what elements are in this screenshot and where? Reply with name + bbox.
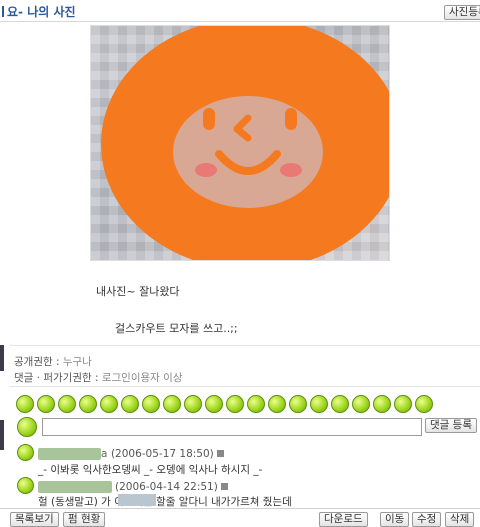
overlay-smile-icon (195, 114, 302, 177)
left-edge-mark (0, 345, 4, 371)
comment-text: _- 이봐롯 익사한오뎅씨 _- 오뎅에 익사나 하시지 _- (38, 464, 263, 476)
page-title: 요- 나의 사진 (2, 3, 76, 20)
comment-date: (2006-05-17 18:50) (110, 448, 214, 460)
footer-divider (0, 508, 480, 509)
cool-emoticon-icon[interactable] (183, 394, 203, 414)
love-emoticon-icon[interactable] (246, 394, 266, 414)
nervous-emoticon-icon[interactable] (414, 394, 434, 414)
comment-permission-label: 댓글 · 퍼가기권한 (14, 372, 92, 384)
comment-author: ______________ (38, 481, 112, 493)
comment-author: ____________a (38, 448, 107, 460)
shock-emoticon-icon[interactable] (351, 394, 371, 414)
permission-divider (10, 386, 480, 387)
comment-header: ______________ (2006-04-14 22:51) (38, 480, 228, 493)
move-button[interactable]: 이동 (380, 512, 410, 527)
smile-emoticon-icon[interactable] (15, 394, 35, 414)
page-title-text: 요- 나의 사진 (7, 5, 76, 19)
wink-emoticon-icon[interactable] (36, 394, 56, 414)
overlay-face-window (173, 96, 323, 208)
content-divider (10, 345, 480, 346)
comment-text: 헐 (동생말고) 가 이딴거를 할줄 알다니 내가가르쳐 줬는데 (38, 496, 292, 508)
sleep-emoticon-icon[interactable] (309, 394, 329, 414)
sweat-emoticon-icon[interactable] (372, 394, 392, 414)
left-edge-mark-2 (0, 420, 4, 450)
shy-emoticon-icon[interactable] (78, 394, 98, 414)
tongue-emoticon-icon[interactable] (225, 394, 245, 414)
commenter-avatar-icon (17, 444, 34, 461)
surprise-emoticon-icon[interactable] (162, 394, 182, 414)
share-status-button[interactable]: 펌 현황 (63, 512, 106, 527)
dizzy-emoticon-icon[interactable] (330, 394, 350, 414)
comment-permission-value: 로그인이용자 이상 (101, 372, 183, 384)
user-avatar-icon (17, 417, 37, 437)
sad-emoticon-icon[interactable] (99, 394, 119, 414)
title-marker (2, 6, 4, 17)
header-divider (0, 21, 480, 22)
comment-header: ____________a (2006-05-17 18:50) (38, 447, 224, 460)
edit-button[interactable]: 수정 (412, 512, 442, 527)
download-button[interactable]: 다운로드 (319, 512, 368, 527)
register-photo-button[interactable]: 사진등록 (444, 5, 480, 20)
photo-caption-line1: 내사진~ 잘나왔다 (96, 285, 180, 298)
happy-emoticon-icon[interactable] (393, 394, 413, 414)
kiss-emoticon-icon[interactable] (204, 394, 224, 414)
commenter-avatar-icon (17, 477, 34, 494)
laugh-emoticon-icon[interactable] (57, 394, 77, 414)
post-comment-button[interactable]: 댓글 등록 (425, 418, 477, 433)
photo (90, 25, 390, 261)
cry-emoticon-icon[interactable] (267, 394, 287, 414)
delete-button[interactable]: 삭제 (445, 512, 475, 527)
grin-emoticon-icon[interactable] (120, 394, 140, 414)
angry-emoticon-icon[interactable] (141, 394, 161, 414)
devil-emoticon-icon[interactable] (288, 394, 308, 414)
delete-comment-icon[interactable] (216, 450, 224, 457)
redacted-name (118, 494, 156, 506)
comment-permission-row: 댓글 · 퍼가기권한 : 로그인이용자 이상 (14, 372, 183, 384)
photo-caption-line2: 걸스카우트 모자를 쓰고..;; (115, 322, 238, 335)
author-name-redacted: ____________ (38, 448, 101, 460)
permission-value: 누구나 (62, 356, 92, 368)
delete-comment-icon[interactable] (220, 483, 228, 490)
comment-input[interactable] (42, 418, 422, 436)
permission-row: 공개권한 : 누구나 (14, 356, 92, 368)
orange-circle-overlay (101, 26, 389, 260)
author-name-redacted: ______________ (38, 481, 112, 493)
comment-date: (2006-04-14 22:51) (115, 481, 218, 493)
list-view-button[interactable]: 목록보기 (10, 512, 59, 527)
permission-label: 공개권한 (14, 356, 53, 368)
